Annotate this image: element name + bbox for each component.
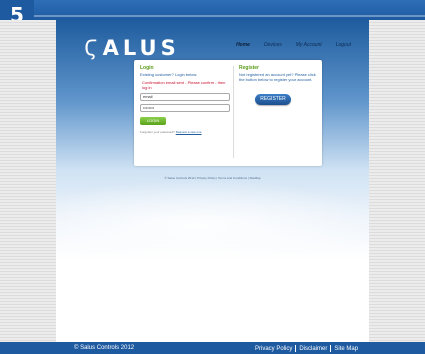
login-subheading: Existing customer? Login below.: [140, 72, 198, 77]
forgot-password-text: Forgotten your password?: [140, 130, 175, 134]
logo-text: ALUS: [102, 36, 180, 60]
login-heading: Login: [140, 65, 154, 71]
website-frame: ϚALUS Home Devices My Account Logout Log…: [56, 20, 369, 342]
logo-mark: Ϛ: [84, 36, 102, 60]
register-button[interactable]: REGISTER: [255, 94, 291, 105]
register-heading: Register: [239, 65, 260, 71]
login-section: Login Existing customer? Login below. Co…: [140, 65, 230, 134]
request-new-password-link[interactable]: Request a new one: [176, 130, 202, 134]
confirmation-message: Confirmation email sent - Please confirm…: [142, 80, 226, 90]
top-bar-stripe: [0, 15, 425, 17]
background-swoosh: [56, 180, 369, 270]
footer-separator: [330, 345, 332, 352]
site-map-link[interactable]: Site Map: [334, 346, 358, 352]
nav-devices[interactable]: Devices: [264, 42, 282, 48]
footer-separator: [295, 345, 297, 352]
password-field[interactable]: ••••••••: [140, 104, 230, 112]
forgot-password: Forgotten your password? Request a new o…: [140, 130, 230, 134]
copyright-text: © Salus Controls 2012: [74, 345, 135, 351]
site-footer-links[interactable]: © Salus Controls 2012 | Privacy Policy |…: [56, 176, 369, 180]
register-section: Register Not registered an account yet? …: [239, 65, 317, 105]
footer-links: Privacy Policy Disclaimer Site Map: [255, 345, 358, 352]
email-field[interactable]: email: [140, 93, 230, 101]
main-nav: Home Devices My Account Logout: [236, 42, 351, 48]
bottom-bar: © Salus Controls 2012 Privacy Policy Dis…: [0, 342, 425, 354]
login-register-panel: Login Existing customer? Login below. Co…: [134, 60, 322, 166]
top-bar: [0, 0, 425, 20]
salus-logo[interactable]: ϚALUS: [84, 36, 180, 60]
login-button[interactable]: LOGIN: [140, 117, 166, 125]
panel-divider: [233, 66, 234, 158]
nav-logout[interactable]: Logout: [336, 42, 351, 48]
privacy-policy-link[interactable]: Privacy Policy: [255, 346, 292, 352]
register-text: Not registered an account yet? Please cl…: [239, 72, 316, 82]
nav-home[interactable]: Home: [236, 42, 250, 48]
nav-my-account[interactable]: My Account: [296, 42, 322, 48]
disclaimer-link[interactable]: Disclaimer: [299, 346, 327, 352]
